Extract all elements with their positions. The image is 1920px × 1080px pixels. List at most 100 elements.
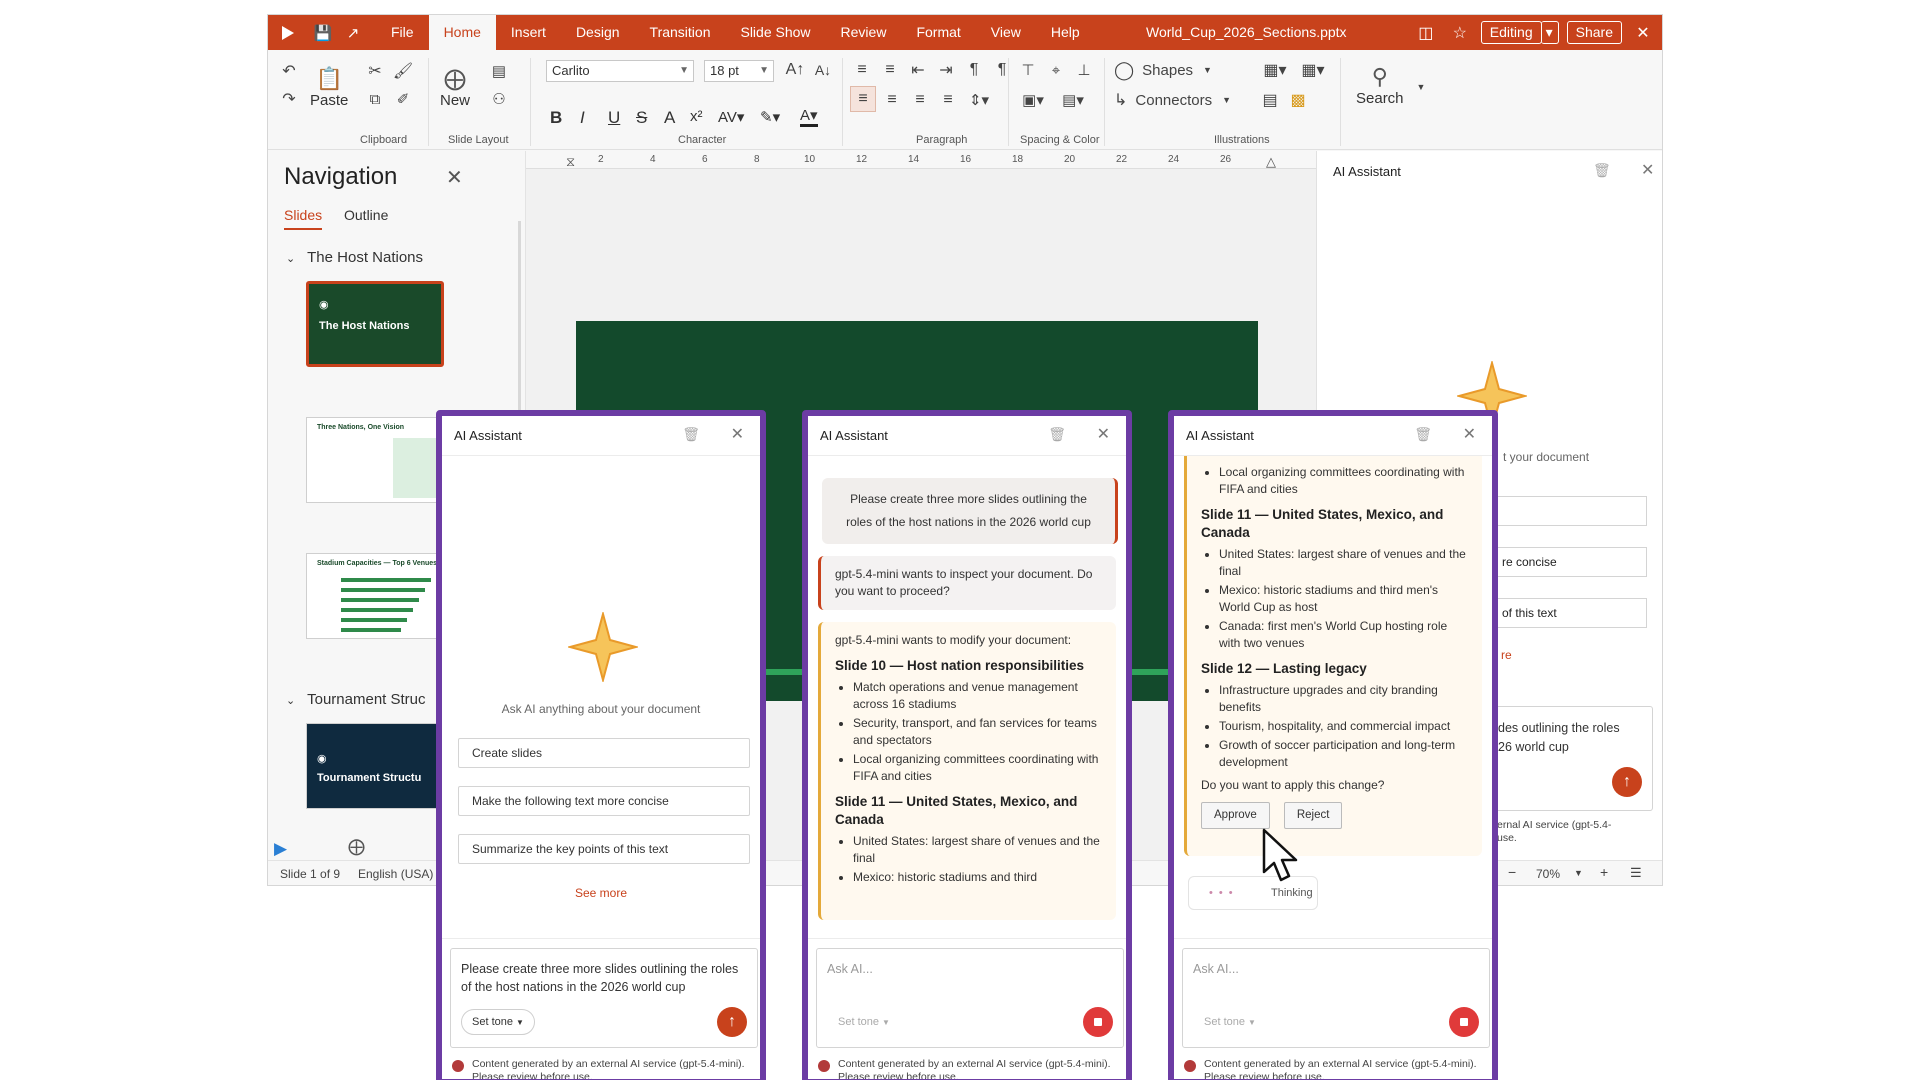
cut-icon[interactable]: ✂ (364, 60, 386, 82)
see-more-partial[interactable]: re (1501, 648, 1512, 662)
numbering-icon[interactable]: ≡ (878, 58, 902, 82)
sidebar-toggle-icon[interactable]: ◫ (1413, 20, 1439, 46)
see-more-link[interactable]: See more (442, 886, 760, 900)
connectors-button[interactable]: ↳ Connectors ▼ (1114, 88, 1254, 112)
menu-help[interactable]: Help (1036, 15, 1095, 50)
bold-icon[interactable]: B (550, 108, 562, 128)
ai-input-box[interactable]: Ask AI... Set tone ▼ (1182, 948, 1490, 1048)
increase-indent-icon[interactable]: ⇥ (934, 58, 958, 82)
close-icon[interactable]: ✕ (731, 424, 744, 444)
redo-icon[interactable]: ↷ (278, 88, 300, 110)
ruler-indent-icon[interactable]: ⧖ (566, 154, 575, 170)
set-tone-button[interactable]: Set tone ▼ (461, 1009, 535, 1035)
text-shadow-icon[interactable]: A (664, 108, 675, 128)
menu-file[interactable]: File (376, 15, 429, 50)
menu-design[interactable]: Design (561, 15, 635, 50)
language-indicator[interactable]: English (USA) (358, 867, 433, 881)
close-icon[interactable]: ✕ (1097, 424, 1110, 444)
ai-input-placeholder[interactable]: Ask AI... (1193, 960, 1475, 978)
shrink-font-icon[interactable]: A↓ (810, 58, 836, 82)
zoom-out-icon[interactable]: − (1508, 864, 1516, 880)
reject-button[interactable]: Reject (1283, 802, 1343, 829)
new-slide-button[interactable]: ⨁ New (440, 66, 470, 109)
layout-icon[interactable]: ▤ (484, 60, 514, 82)
font-name-select[interactable]: Carlito ▼ (546, 60, 694, 82)
zoom-in-icon[interactable]: + (1600, 864, 1608, 880)
format-painter-icon[interactable]: 🖌 (392, 60, 414, 82)
align-left-icon[interactable]: ≡ (850, 86, 876, 112)
view-menu-icon[interactable]: ☰ (1630, 865, 1642, 881)
open-external-icon[interactable]: ↗ (338, 15, 368, 50)
align-top-icon[interactable]: ⊤ (1016, 58, 1040, 82)
section-tournament-structure[interactable]: ⌄ Tournament Struc (286, 691, 426, 708)
favorite-star-icon[interactable]: ☆ (1447, 20, 1473, 46)
font-color-icon[interactable]: A▾ (800, 108, 818, 127)
close-icon[interactable]: ✕ (1463, 424, 1476, 444)
close-icon[interactable]: ✕ (446, 165, 463, 190)
align-middle-icon[interactable]: ⌖ (1044, 58, 1068, 82)
ai-input-partial[interactable]: des outlining the roles 26 world cup ↑ (1493, 706, 1653, 811)
ai-input-placeholder[interactable]: Ask AI... (827, 960, 1109, 978)
bullets-icon[interactable]: ≡ (850, 58, 874, 82)
slide-thumbnail-2[interactable]: Three Nations, One Vision (306, 417, 444, 503)
undo-icon[interactable]: ↶ (278, 60, 300, 82)
trash-icon[interactable]: 🗑 (1414, 426, 1432, 443)
zoom-level[interactable]: 70% (1536, 867, 1560, 881)
align-right-icon[interactable]: ≡ (908, 88, 932, 112)
line-color-icon[interactable]: ▤▾ (1056, 88, 1090, 112)
strikethrough-icon[interactable]: S (636, 108, 647, 128)
decrease-indent-icon[interactable]: ⇤ (906, 58, 930, 82)
stop-generation-icon[interactable] (1449, 1007, 1479, 1037)
character-spacing-icon[interactable]: AV▾ (718, 108, 744, 126)
textbox-icon[interactable]: ▤ (1258, 88, 1282, 112)
close-icon[interactable]: ✕ (1641, 160, 1654, 180)
suggestion-partial[interactable]: re concise (1497, 547, 1647, 577)
paste-button[interactable]: 📋 Paste (310, 66, 348, 109)
set-tone-button[interactable]: Set tone ▼ (1193, 1009, 1267, 1035)
tab-slides[interactable]: Slides (284, 207, 323, 230)
trash-icon[interactable]: 🗑 (1593, 162, 1611, 179)
chevron-down-icon[interactable]: ▼ (1574, 868, 1583, 878)
menu-insert[interactable]: Insert (496, 15, 561, 50)
section-host-nations[interactable]: ⌄ The Host Nations (286, 249, 423, 266)
close-window-icon[interactable]: ✕ (1630, 20, 1656, 46)
set-tone-button[interactable]: Set tone ▼ (827, 1009, 901, 1035)
chart-icon[interactable]: ▩ (1286, 88, 1310, 112)
align-center-icon[interactable]: ≡ (880, 88, 904, 112)
font-size-select[interactable]: 18 pt ▼ (704, 60, 774, 82)
menu-review[interactable]: Review (826, 15, 902, 50)
stop-generation-icon[interactable] (1083, 1007, 1113, 1037)
play-slideshow-icon[interactable]: ▶ (274, 839, 287, 859)
suggestion-partial[interactable] (1497, 496, 1647, 526)
shapes-button[interactable]: ◯ Shapes ▼ (1114, 58, 1234, 82)
suggestion-create-slides[interactable]: Create slides (458, 738, 750, 768)
menu-format[interactable]: Format (901, 15, 975, 50)
image-icon[interactable]: ▦▾ (1258, 58, 1292, 82)
menu-home[interactable]: Home (428, 15, 496, 50)
highlight-icon[interactable]: ✎▾ (760, 108, 780, 126)
line-spacing-icon[interactable]: ⇕▾ (964, 88, 994, 112)
ai-input-text[interactable]: Please create three more slides outlinin… (461, 960, 743, 996)
editing-mode-caret-icon[interactable]: ▾ (1540, 21, 1559, 44)
editing-mode-button[interactable]: Editing (1480, 21, 1542, 44)
menu-slide-show[interactable]: Slide Show (725, 15, 825, 50)
ruler-right-indent-icon[interactable]: △ (1266, 154, 1276, 170)
ai-input-box[interactable]: Please create three more slides outlinin… (450, 948, 758, 1048)
align-bottom-icon[interactable]: ⊥ (1072, 58, 1096, 82)
share-button[interactable]: Share (1566, 21, 1622, 44)
approve-button[interactable]: Approve (1201, 802, 1270, 829)
grow-font-icon[interactable]: A↑ (782, 58, 808, 82)
slide-thumbnail-3[interactable]: Stadium Capacities — Top 6 Venues (306, 553, 444, 639)
send-arrow-icon[interactable]: ↑ (717, 1007, 747, 1037)
add-slide-icon[interactable]: ⨁ (348, 837, 365, 857)
clear-format-icon[interactable]: ✐ (392, 88, 414, 110)
fill-color-icon[interactable]: ▣▾ (1016, 88, 1050, 112)
suggestion-make-concise[interactable]: Make the following text more concise (458, 786, 750, 816)
copy-icon[interactable]: ⧉ (364, 88, 386, 110)
menu-transition[interactable]: Transition (635, 15, 726, 50)
slide-thumbnail-1[interactable]: The Host Nations ◉ (306, 281, 444, 367)
ai-input-box[interactable]: Ask AI... Set tone ▼ (816, 948, 1124, 1048)
trash-icon[interactable]: 🗑 (682, 426, 700, 443)
save-icon[interactable]: 💾 (308, 15, 338, 50)
table-icon[interactable]: ▦▾ (1296, 58, 1330, 82)
